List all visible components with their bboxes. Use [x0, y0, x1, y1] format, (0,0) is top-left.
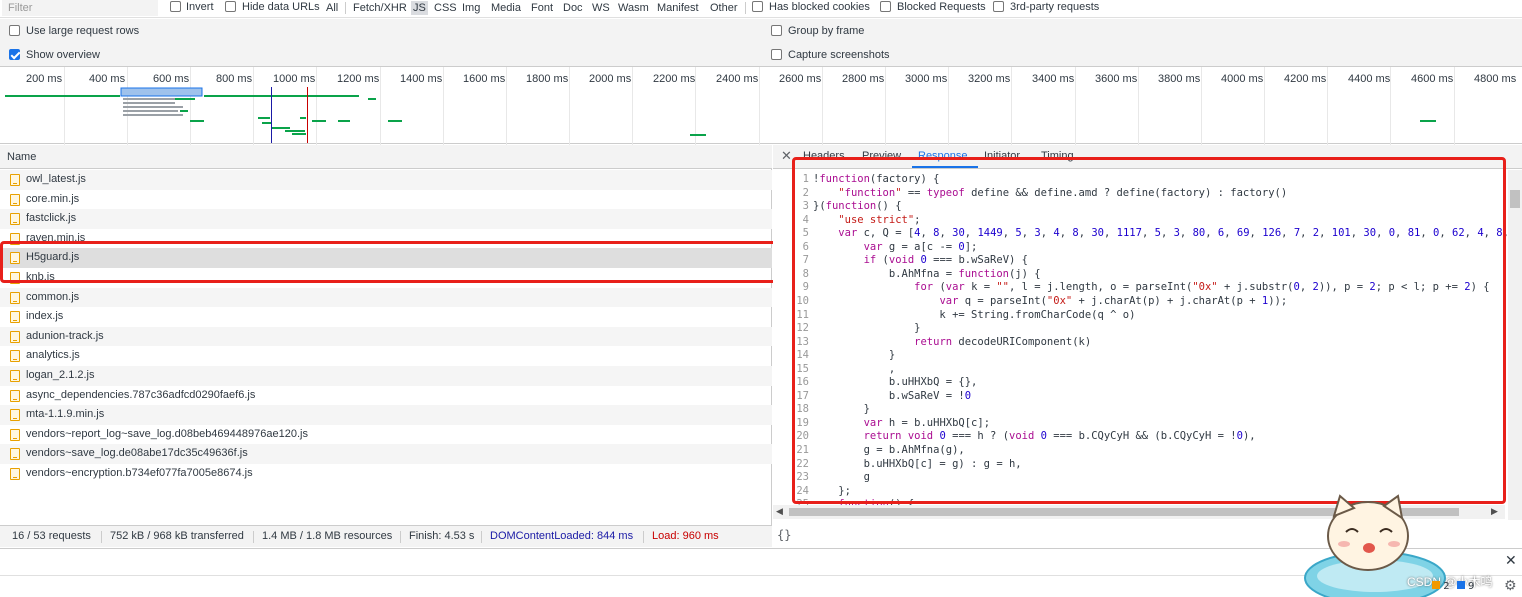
vertical-scrollbar[interactable] — [1508, 170, 1522, 520]
capture-screenshots-label: Capture screenshots — [788, 49, 890, 61]
request-row[interactable]: vendors~encryption.b734ef077fa7005e8674.… — [0, 464, 772, 484]
type-filter-media[interactable]: Media — [489, 1, 523, 15]
type-filter-other[interactable]: Other — [708, 1, 740, 15]
invert-checkbox[interactable] — [170, 1, 181, 12]
close-icon[interactable]: ✕ — [781, 149, 792, 164]
has-blocked-cookies-checkbox[interactable] — [752, 1, 763, 12]
script-file-icon — [10, 330, 20, 343]
show-overview-label: Show overview — [26, 49, 100, 61]
request-row[interactable]: core.min.js — [0, 190, 772, 210]
script-file-icon — [10, 213, 20, 226]
group-by-frame-checkbox[interactable] — [771, 25, 782, 36]
request-list-pane: Name owl_latest.js core.min.js fastclick.j… — [0, 145, 777, 525]
script-file-icon — [10, 448, 20, 461]
settings-row-1: Use large request rows Group by frame — [0, 19, 1522, 43]
filter-toolbar: Filter Invert Hide data URLs All Fetch/X… — [0, 0, 1522, 18]
scrollbar-thumb[interactable] — [1510, 190, 1520, 208]
pretty-print-button[interactable]: {} — [777, 528, 791, 542]
script-file-icon — [10, 389, 20, 402]
type-filter-font[interactable]: Font — [529, 1, 555, 15]
name-column-header[interactable]: Name — [0, 145, 772, 169]
divider — [345, 2, 346, 14]
warning-icon — [1432, 581, 1440, 589]
request-row[interactable]: vendors~report_log~save_log.d08beb469448… — [0, 425, 772, 445]
large-rows-label: Use large request rows — [26, 25, 140, 37]
invert-label: Invert — [186, 1, 214, 13]
type-filter-fetch-xhr[interactable]: Fetch/XHR — [351, 1, 409, 15]
timeline-overview[interactable]: 200 ms 400 ms 600 ms 800 ms 1000 ms 1200… — [0, 66, 1522, 145]
type-filter-img[interactable]: Img — [460, 1, 482, 15]
type-filter-ws[interactable]: WS — [590, 1, 612, 15]
blocked-requests-checkbox[interactable] — [880, 1, 891, 12]
request-row[interactable]: logan_2.1.2.js — [0, 366, 772, 386]
message-icon — [1456, 581, 1465, 589]
settings-row-2: Show overview Capture screenshots — [0, 43, 1522, 66]
transferred-size: 752 kB / 968 kB transferred — [110, 530, 244, 542]
request-name: async_dependencies.787c36adfcd0290faef6.… — [26, 388, 256, 401]
third-party-label: 3rd-party requests — [1010, 1, 1100, 13]
script-file-icon — [10, 409, 20, 422]
highlight-box-response — [792, 157, 1506, 504]
console-drawer: ✕ — [0, 548, 1522, 597]
request-row[interactable]: vendors~save_log.de08abe17dc35c49636f.js — [0, 444, 772, 464]
hide-data-urls-checkbox[interactable] — [225, 1, 236, 12]
request-row[interactable]: analytics.js — [0, 346, 772, 366]
request-row[interactable]: common.js — [0, 287, 772, 308]
script-file-icon — [10, 174, 20, 186]
request-name: adunion-track.js — [26, 329, 104, 342]
type-filter-manifest[interactable]: Manifest — [655, 1, 701, 15]
request-row[interactable]: adunion-track.js — [0, 326, 772, 347]
request-name: vendors~report_log~save_log.d08beb469448… — [26, 427, 308, 440]
request-row[interactable]: owl_latest.js — [0, 170, 772, 190]
divider — [745, 2, 746, 14]
request-name: mta-1.1.9.min.js — [26, 408, 105, 421]
hide-data-urls-label: Hide data URLs — [242, 1, 320, 13]
has-blocked-cookies-label: Has blocked cookies — [769, 1, 870, 13]
script-file-icon — [10, 350, 20, 363]
script-file-icon — [10, 468, 20, 480]
request-name: vendors~save_log.de08abe17dc35c49636f.js — [26, 447, 248, 460]
request-name: fastclick.js — [26, 212, 77, 225]
script-file-icon — [10, 193, 20, 206]
show-overview-checkbox[interactable] — [9, 49, 20, 60]
status-bar: 16 / 53 requests 752 kB / 968 kB transfe… — [0, 525, 772, 547]
type-filter-wasm[interactable]: Wasm — [616, 1, 651, 15]
script-file-icon — [10, 311, 20, 324]
group-by-frame-label: Group by frame — [788, 25, 865, 37]
request-name: common.js — [26, 290, 80, 303]
request-name: logan_2.1.2.js — [26, 369, 95, 381]
dom-content-loaded-time: DOMContentLoaded: 844 ms — [490, 530, 634, 542]
request-count: 16 / 53 requests — [12, 530, 91, 542]
request-row[interactable]: index.js — [0, 307, 772, 327]
type-filter-all[interactable]: All — [324, 1, 340, 15]
request-row[interactable]: mta-1.1.9.min.js — [0, 405, 772, 425]
load-time: Load: 960 ms — [652, 530, 719, 542]
script-file-icon — [10, 370, 20, 382]
request-name: index.js — [26, 310, 64, 323]
request-name: analytics.js — [26, 349, 80, 362]
script-file-icon — [10, 291, 20, 304]
waterfall-overview-bars — [5, 87, 1436, 143]
large-rows-checkbox[interactable] — [9, 25, 20, 36]
gear-icon[interactable]: ⚙ — [1504, 578, 1517, 594]
request-name: core.min.js — [26, 192, 80, 205]
type-filter-js[interactable]: JS — [411, 1, 428, 15]
request-name: vendors~encryption.b734ef077fa7005e8674.… — [26, 467, 253, 479]
highlight-box-selected-request — [0, 241, 777, 283]
scroll-left-icon[interactable]: ◀ — [776, 507, 783, 517]
warning-badge[interactable]: 2 9 — [1432, 581, 1474, 592]
finish-time: Finish: 4.53 s — [409, 530, 475, 542]
request-row[interactable]: fastclick.js — [0, 209, 772, 229]
third-party-checkbox[interactable] — [993, 1, 1004, 12]
type-filter-css[interactable]: CSS — [432, 1, 459, 15]
capture-screenshots-checkbox[interactable] — [771, 49, 782, 60]
blocked-requests-label: Blocked Requests — [897, 1, 986, 13]
filter-input[interactable]: Filter — [2, 0, 158, 16]
request-name: owl_latest.js — [26, 173, 86, 185]
resource-size: 1.4 MB / 1.8 MB resources — [262, 530, 393, 542]
request-row[interactable]: async_dependencies.787c36adfcd0290faef6.… — [0, 386, 772, 406]
script-file-icon — [10, 428, 20, 441]
type-filter-doc[interactable]: Doc — [561, 1, 585, 15]
